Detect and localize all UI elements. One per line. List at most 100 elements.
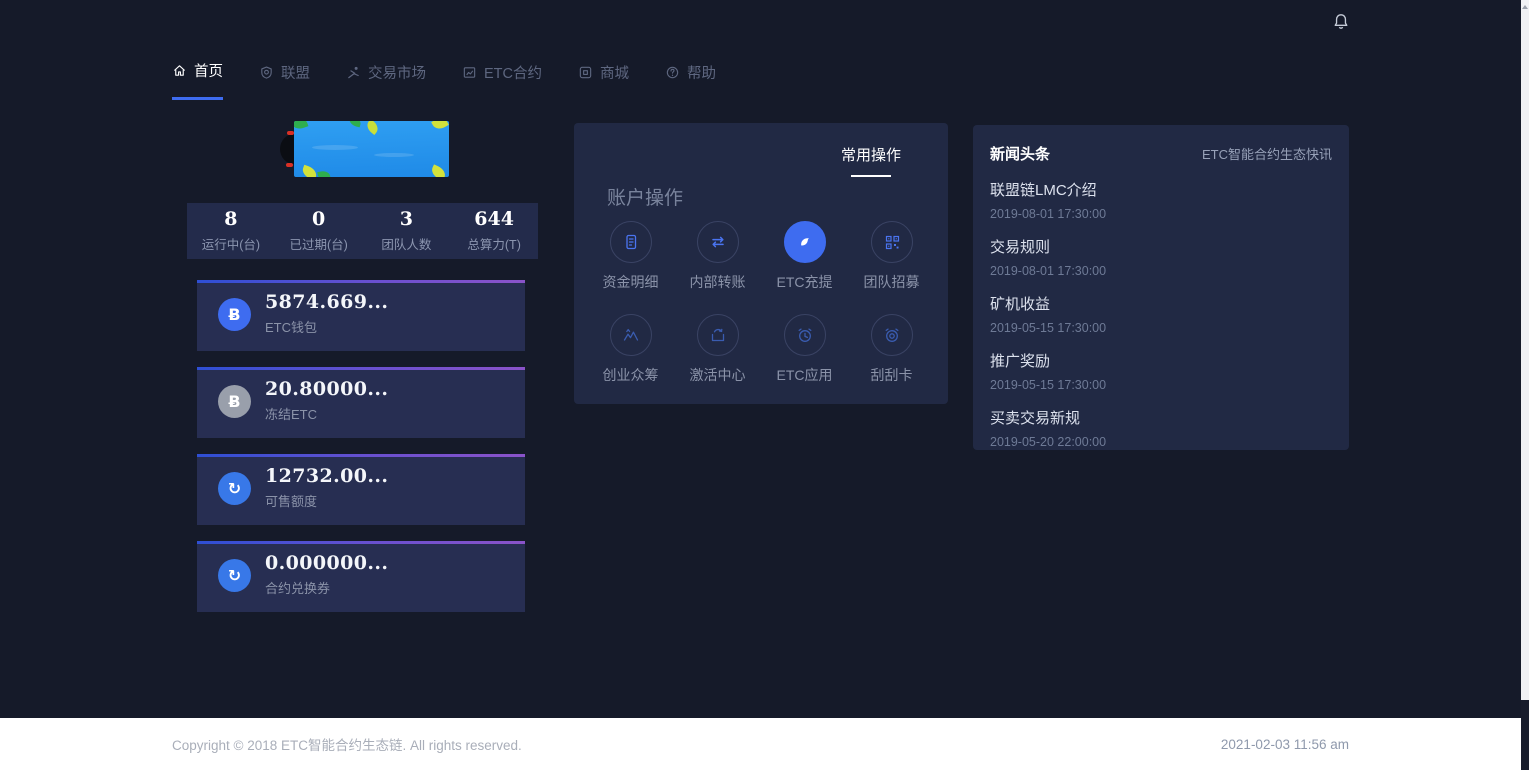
- card-value: 0.000000...: [265, 554, 388, 573]
- card-frozen-etc[interactable]: Ƀ 20.80000... 冻结ETC: [197, 367, 525, 438]
- news-item[interactable]: 联盟链LMC介绍 2019-08-01 17:30:00: [990, 179, 1332, 221]
- action-etc-deposit-withdraw[interactable]: ETC充提: [777, 221, 833, 292]
- nav-label: ETC合约: [484, 62, 542, 83]
- leaf-decoration: [348, 121, 362, 127]
- stat-label: 运行中(台): [187, 234, 275, 253]
- stat-label: 总算力(T): [450, 234, 538, 253]
- nav-label: 帮助: [687, 62, 716, 83]
- action-activation-center[interactable]: 激活中心: [690, 314, 746, 385]
- stat-value: 0: [275, 210, 363, 229]
- scrollbar-up-arrow-icon[interactable]: [1522, 5, 1528, 9]
- footer-datetime: 2021-02-03 11:56 am: [1221, 737, 1349, 752]
- action-label: 内部转账: [690, 272, 746, 292]
- page-scrollbar[interactable]: [1521, 0, 1529, 770]
- home-icon: [172, 63, 187, 78]
- action-team-recruit[interactable]: 团队招募: [864, 221, 920, 292]
- scratch-dial-icon: [871, 314, 913, 356]
- store-icon: [578, 65, 593, 80]
- news-item-title: 推广奖励: [990, 350, 1332, 371]
- action-label: ETC充提: [777, 272, 833, 292]
- exchange-coin-icon: ↻: [218, 472, 251, 505]
- action-label: 激活中心: [690, 365, 746, 385]
- news-panel: 新闻头条 ETC智能合约生态快讯 联盟链LMC介绍 2019-08-01 17:…: [973, 125, 1349, 450]
- news-item[interactable]: 买卖交易新规 2019-05-20 22:00:00: [990, 407, 1332, 449]
- action-label: 资金明细: [603, 272, 659, 292]
- whale-deposit-icon: [784, 221, 826, 263]
- scrollbar-thumb[interactable]: [1521, 0, 1529, 700]
- tab-common-operations[interactable]: 常用操作: [841, 144, 901, 177]
- card-etc-wallet[interactable]: Ƀ 5874.669... ETC钱包: [197, 280, 525, 351]
- nav-item-trading-market[interactable]: 交易市场: [346, 60, 426, 100]
- action-label: ETC应用: [777, 365, 833, 385]
- news-item-title: 联盟链LMC介绍: [990, 179, 1332, 200]
- app-clock-icon: [784, 314, 826, 356]
- qr-code-icon: [871, 221, 913, 263]
- news-item[interactable]: 交易规则 2019-08-01 17:30:00: [990, 236, 1332, 278]
- stat-label: 团队人数: [363, 234, 451, 253]
- wallet-cards: Ƀ 5874.669... ETC钱包 Ƀ 20.80000... 冻结ETC …: [197, 277, 525, 628]
- news-item-title: 买卖交易新规: [990, 407, 1332, 428]
- action-internal-transfer[interactable]: 内部转账: [690, 221, 746, 292]
- action-etc-app[interactable]: ETC应用: [777, 314, 833, 385]
- news-header: 新闻头条 ETC智能合约生态快讯: [990, 143, 1332, 164]
- stat-team-size: 3 团队人数: [363, 210, 451, 253]
- nav-label: 商城: [600, 62, 629, 83]
- news-item[interactable]: 推广奖励 2019-05-15 17:30:00: [990, 350, 1332, 392]
- stat-total-hashrate: 644 总算力(T): [450, 210, 538, 253]
- nav-item-etc-contract[interactable]: ETC合约: [462, 60, 542, 100]
- action-label: 刮刮卡: [871, 365, 913, 385]
- exchange-coin-icon: ↻: [218, 559, 251, 592]
- leaf-decoration: [317, 170, 330, 177]
- help-circle-icon: [665, 65, 680, 80]
- trader-icon: [346, 65, 361, 80]
- operations-grid: 资金明细 内部转账 ETC充提 团队招募: [587, 221, 935, 385]
- leaf-decoration: [429, 164, 447, 177]
- card-label: 冻结ETC: [265, 404, 388, 423]
- stat-value: 8: [187, 210, 275, 229]
- action-scratch-card[interactable]: 刮刮卡: [871, 314, 913, 385]
- copyright-text: Copyright © 2018 ETC智能合约生态链. All rights …: [172, 734, 522, 754]
- news-item-date: 2019-08-01 17:30:00: [990, 207, 1332, 221]
- card-label: ETC钱包: [265, 317, 388, 336]
- footer: Copyright © 2018 ETC智能合约生态链. All rights …: [0, 718, 1529, 770]
- contract-chart-icon: [462, 65, 477, 80]
- banner-image: [294, 121, 449, 177]
- nav-item-alliance[interactable]: 联盟: [259, 60, 310, 100]
- card-value: 20.80000...: [265, 380, 388, 399]
- banner-red-mark: [287, 131, 294, 135]
- bitcoin-coin-icon: Ƀ: [218, 385, 251, 418]
- account-operations-title: 账户操作: [607, 183, 683, 210]
- operations-panel: 常用操作 账户操作 资金明细 内部转账 ETC充提: [574, 123, 948, 404]
- action-label: 创业众筹: [603, 365, 659, 385]
- nav-item-mall[interactable]: 商城: [578, 60, 629, 100]
- nav-item-home[interactable]: 首页: [172, 60, 223, 100]
- card-contract-voucher[interactable]: ↻ 0.000000... 合约兑换券: [197, 541, 525, 612]
- nav-label: 首页: [194, 60, 223, 81]
- miner-stats-bar: 8 运行中(台) 0 已过期(台) 3 团队人数 644 总算力(T): [187, 203, 538, 259]
- nav-label: 交易市场: [368, 62, 426, 83]
- promo-banner[interactable]: [277, 121, 449, 177]
- stat-value: 644: [450, 210, 538, 229]
- action-crowdfunding[interactable]: 创业众筹: [603, 314, 659, 385]
- nav-item-help[interactable]: 帮助: [665, 60, 716, 100]
- news-subtitle: ETC智能合约生态快讯: [1202, 144, 1332, 163]
- dashboard-screen: 首页 联盟 交易市场 ETC合约 商城: [0, 0, 1529, 770]
- main-nav: 首页 联盟 交易市场 ETC合约 商城: [172, 60, 716, 100]
- news-item-date: 2019-05-15 17:30:00: [990, 378, 1332, 392]
- news-item-date: 2019-05-15 17:30:00: [990, 321, 1332, 335]
- stat-running: 8 运行中(台): [187, 210, 275, 253]
- crowdfunding-mountain-icon: [610, 314, 652, 356]
- news-item-date: 2019-05-20 22:00:00: [990, 435, 1332, 449]
- news-title: 新闻头条: [990, 143, 1050, 164]
- stat-label: 已过期(台): [275, 234, 363, 253]
- nav-label: 联盟: [281, 62, 310, 83]
- news-item[interactable]: 矿机收益 2019-05-15 17:30:00: [990, 293, 1332, 335]
- news-item-title: 矿机收益: [990, 293, 1332, 314]
- action-label: 团队招募: [864, 272, 920, 292]
- card-label: 可售额度: [265, 491, 388, 510]
- action-funds-detail[interactable]: 资金明细: [603, 221, 659, 292]
- bell-icon[interactable]: [1331, 12, 1351, 32]
- news-item-title: 交易规则: [990, 236, 1332, 257]
- card-sellable-quota[interactable]: ↻ 12732.00... 可售额度: [197, 454, 525, 525]
- news-item-date: 2019-08-01 17:30:00: [990, 264, 1332, 278]
